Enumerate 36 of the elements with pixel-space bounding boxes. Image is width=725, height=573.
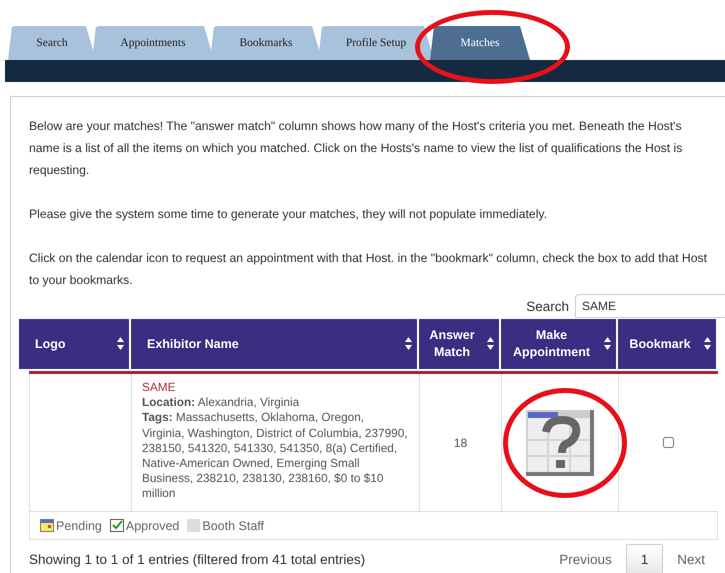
column-header[interactable]: Make Appointment	[501, 319, 618, 369]
checkmark-icon	[110, 519, 124, 532]
sort-icon[interactable]	[487, 337, 494, 350]
next-link[interactable]: Next	[663, 545, 719, 573]
search-label: Search	[526, 298, 569, 314]
legend-label: Booth Staff	[202, 518, 264, 532]
tab[interactable]: Profile Setup	[318, 26, 434, 60]
instruction-text: Below are your matches! The "answer match" column shows how many of the Host's criteria you met. Beneath the Host's name is a list of all the items on which you matched. Click on the Hosts's name to view the list of qualifications the Host is requesting.	[29, 118, 684, 179]
sort-icon[interactable]	[704, 337, 711, 350]
answer-match-value: 18	[454, 436, 468, 450]
instruction-text: Click on the calendar icon to request an appointment with that Host. in the "bookmark" column, check the box to add that Host to your bookmarks.	[29, 250, 708, 289]
column-header[interactable]: Logo	[19, 319, 131, 369]
calendar-icon	[40, 519, 54, 532]
swatch-icon	[187, 519, 200, 532]
tab[interactable]: Matches	[430, 26, 530, 60]
tab[interactable]: Appointments	[92, 26, 214, 60]
exhibitor-link[interactable]: SAME	[142, 380, 409, 396]
previous-link[interactable]: Previous	[545, 545, 626, 573]
calendar-question-icon[interactable]	[526, 410, 594, 476]
sort-icon[interactable]	[604, 337, 611, 350]
location-text: Location: Alexandria, Virginia	[142, 395, 300, 410]
page-button[interactable]: 1	[626, 544, 664, 573]
sort-icon[interactable]	[405, 337, 412, 350]
tab[interactable]: Search	[8, 26, 96, 60]
legend-label: Pending	[56, 518, 102, 532]
bookmark-checkbox[interactable]	[663, 437, 674, 448]
sort-icon[interactable]	[117, 337, 124, 350]
column-header[interactable]: Bookmark	[618, 319, 718, 369]
tab[interactable]: Bookmarks	[210, 26, 322, 60]
instruction-text: Please give the system some time to generate your matches, they will not populate immediately.	[29, 206, 548, 223]
search-field[interactable]: SAME	[575, 294, 725, 318]
entries-info: Showing 1 to 1 of 1 entries (filtered from 41 total entries)	[29, 552, 366, 567]
tags-text: Tags: Massachusetts, Oklahoma, Oregon, Virginia, Washington, District of Columbia, 237990, 238150, 541320, 541330, 541350, 8(a) Certified, Native-American Owned, Emerging Small Business, 238210, 238130, 238160, $0 to $10 million	[142, 410, 409, 502]
column-header[interactable]: Exhibitor Name	[131, 319, 419, 369]
column-header[interactable]: Answer Match	[419, 319, 501, 369]
legend-label: Approved	[126, 518, 180, 532]
